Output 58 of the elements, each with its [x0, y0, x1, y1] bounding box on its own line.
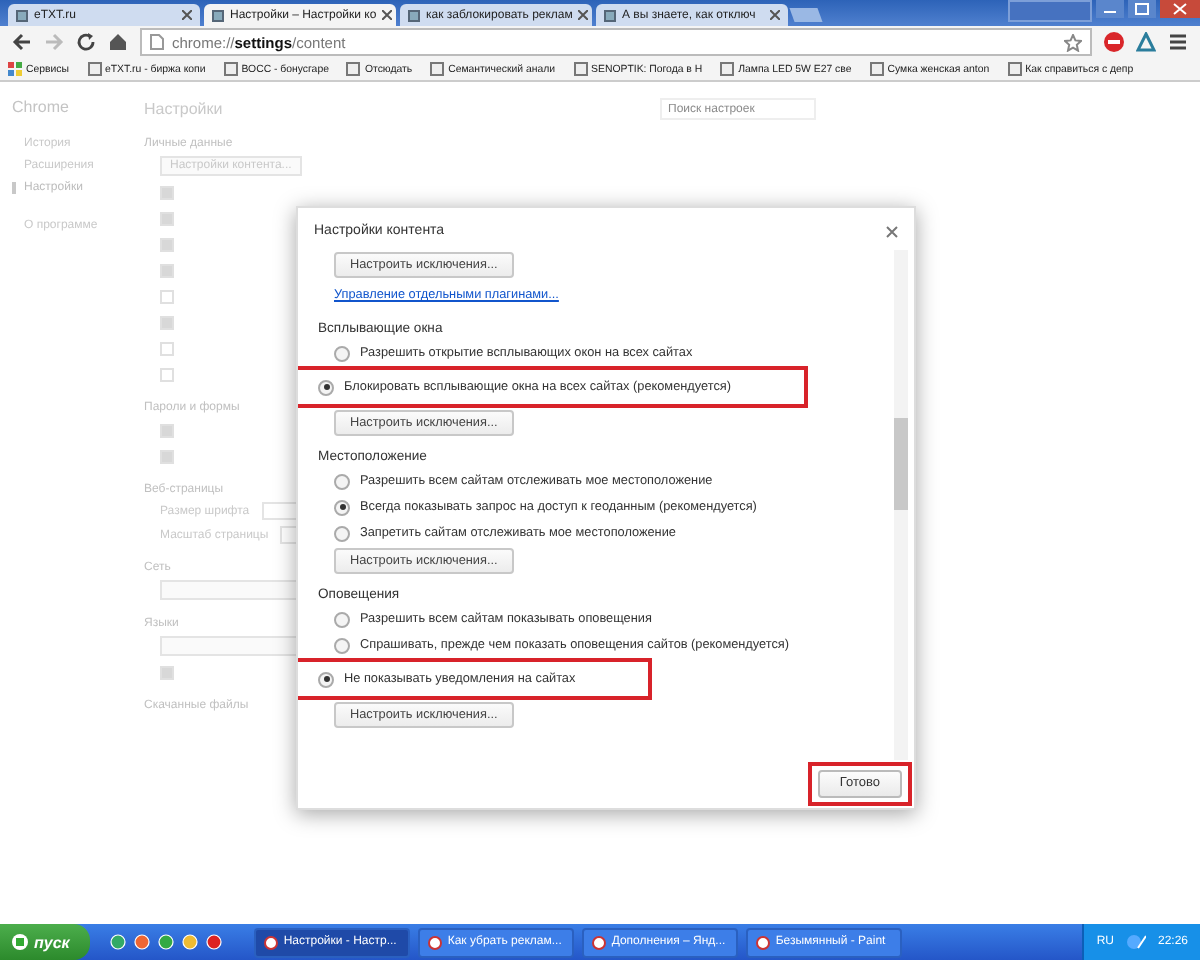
- checkbox[interactable]: [160, 368, 174, 382]
- checkbox[interactable]: [160, 666, 174, 680]
- page-icon[interactable]: [150, 34, 164, 50]
- page-icon[interactable]: [16, 9, 28, 21]
- checkbox[interactable]: [160, 424, 174, 438]
- app-icon[interactable]: [591, 935, 606, 949]
- back-arrow-icon[interactable]: [12, 32, 32, 52]
- radio-button[interactable]: [334, 637, 350, 653]
- maximize-icon[interactable]: [1128, 0, 1156, 18]
- app-icon[interactable]: [263, 935, 278, 949]
- radio-button[interactable]: [318, 379, 334, 395]
- close-icon[interactable]: [182, 10, 192, 20]
- page-icon[interactable]: [212, 9, 224, 21]
- checkbox[interactable]: [160, 316, 174, 330]
- checkbox[interactable]: [160, 186, 174, 200]
- site-icon[interactable]: [573, 62, 588, 76]
- site-icon[interactable]: [869, 62, 884, 76]
- radio-button[interactable]: [334, 525, 350, 541]
- site-icon[interactable]: [223, 62, 238, 76]
- site-icon[interactable]: [430, 62, 445, 76]
- app-title: Chrome: [12, 98, 71, 116]
- windows-flag-icon[interactable]: [12, 934, 28, 950]
- tray-icon[interactable]: [1125, 934, 1146, 950]
- close-icon[interactable]: [886, 225, 898, 237]
- site-icon[interactable]: [720, 62, 735, 76]
- close-icon[interactable]: [382, 10, 393, 20]
- checkbox[interactable]: [160, 264, 174, 278]
- star-icon[interactable]: [1064, 33, 1082, 51]
- minimize-icon[interactable]: [1096, 0, 1124, 18]
- stop-sign-icon[interactable]: [1104, 32, 1124, 52]
- app-icon[interactable]: [755, 935, 770, 949]
- new-tab-button[interactable]: [789, 8, 823, 22]
- triangle-icon[interactable]: [1136, 32, 1156, 52]
- radio-button[interactable]: [334, 473, 350, 489]
- close-icon[interactable]: [1160, 0, 1200, 18]
- site-icon[interactable]: [87, 62, 101, 76]
- checkbox[interactable]: [160, 342, 174, 356]
- start-button[interactable]: пуск: [0, 924, 90, 960]
- checkbox[interactable]: [160, 212, 174, 226]
- checkbox[interactable]: [160, 450, 174, 464]
- site-icon[interactable]: [1007, 62, 1022, 76]
- radio-button[interactable]: [334, 499, 350, 515]
- radio-button[interactable]: [334, 611, 350, 627]
- radio-button[interactable]: [318, 671, 334, 687]
- checkbox[interactable]: [160, 290, 174, 304]
- menu-icon[interactable]: [1168, 32, 1188, 52]
- checkbox[interactable]: [160, 238, 174, 252]
- radio-button[interactable]: [334, 345, 350, 361]
- home-icon[interactable]: [108, 32, 128, 52]
- close-icon[interactable]: [770, 10, 780, 20]
- app-icon[interactable]: [427, 935, 442, 949]
- apps-grid-icon[interactable]: [8, 62, 22, 76]
- page-icon[interactable]: [408, 9, 420, 21]
- site-icon[interactable]: [346, 62, 361, 76]
- reload-icon[interactable]: [76, 32, 96, 52]
- page-icon[interactable]: [604, 9, 616, 21]
- scrollbar[interactable]: [894, 250, 908, 760]
- close-icon[interactable]: [578, 10, 589, 20]
